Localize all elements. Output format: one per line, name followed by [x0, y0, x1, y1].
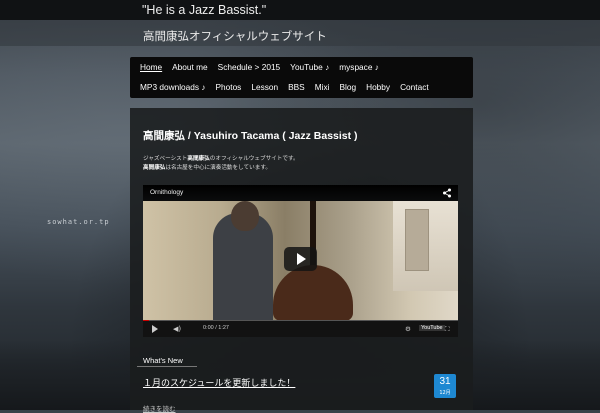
nav-youtube[interactable]: YouTube ♪ — [290, 62, 329, 72]
video-door — [405, 209, 429, 271]
news-item-link[interactable]: １月のスケジュールを更新しました！ — [143, 376, 295, 389]
site-title[interactable]: "He is a Jazz Bassist." — [142, 3, 266, 17]
share-icon[interactable] — [442, 188, 452, 198]
read-more-link[interactable]: 続きを読む — [143, 403, 176, 413]
intro-text: ジャズベーシスト高間康弘のオフィシャルウェブサイトです。 高間康弘は名古屋を中心… — [143, 155, 299, 172]
date-badge: 31 12月 — [434, 374, 456, 398]
nav-contact[interactable]: Contact — [400, 82, 429, 92]
nav-row-2: MP3 downloads ♪ Photos Lesson BBS Mixi Blog Ho… — [140, 82, 439, 92]
youtube-logo[interactable]: YouTube — [419, 325, 445, 331]
date-day: 31 — [439, 376, 451, 387]
video-title-bar: Ornithology — [143, 185, 458, 201]
date-month: 12月 — [439, 390, 451, 396]
whats-new-heading: What's New — [143, 356, 183, 365]
intro-line1-suffix: のオフィシャルウェブサイトです。 — [209, 156, 299, 162]
nav-myspace[interactable]: myspace ♪ — [339, 62, 379, 72]
intro-line2-name: 高間康弘 — [143, 164, 166, 171]
site-subtitle: 高間康弘オフィシャルウェブサイト — [143, 29, 327, 43]
volume-icon[interactable]: ◀) — [173, 325, 181, 333]
nav-mp3-downloads[interactable]: MP3 downloads ♪ — [140, 82, 206, 92]
intro-line2-suffix: は名古屋を中心に演奏活動をしています。 — [165, 164, 271, 171]
play-button[interactable] — [284, 247, 317, 271]
top-bar: "He is a Jazz Bassist." — [0, 0, 600, 20]
nav-lesson[interactable]: Lesson — [251, 82, 278, 92]
main-navigation: Home About me Schedule > 2015 YouTube ♪ mysp… — [130, 57, 473, 98]
nav-photos[interactable]: Photos — [216, 82, 242, 92]
main-content-panel: 高間康弘 / Yasuhiro Tacama ( Jazz Bassist ) … — [130, 108, 473, 413]
video-controls: ◀) 0:00 / 1:27 ⚙ YouTube ⛶ — [143, 321, 458, 337]
nav-about[interactable]: About me — [172, 62, 208, 72]
nav-schedule[interactable]: Schedule > 2015 — [218, 62, 281, 72]
nav-blog[interactable]: Blog — [339, 82, 356, 92]
nav-bbs[interactable]: BBS — [288, 82, 305, 92]
settings-icon[interactable]: ⚙ — [405, 325, 411, 333]
section-divider — [137, 366, 197, 367]
intro-line1-prefix: ジャズベーシスト — [143, 156, 188, 162]
side-watermark-text: sowhat.or.tp — [47, 218, 110, 226]
nav-hobby[interactable]: Hobby — [366, 82, 390, 92]
nav-row-1: Home About me Schedule > 2015 YouTube ♪ mysp… — [140, 62, 389, 72]
video-title[interactable]: Ornithology — [150, 189, 183, 196]
youtube-video-player[interactable]: Ornithology ◀) 0:00 / 1:27 ⚙ YouTube ⛶ — [143, 185, 458, 337]
fullscreen-icon[interactable]: ⛶ — [445, 325, 450, 334]
video-person-head — [231, 201, 259, 231]
nav-home[interactable]: Home — [140, 62, 162, 72]
nav-mixi[interactable]: Mixi — [315, 82, 330, 92]
video-time: 0:00 / 1:27 — [203, 325, 229, 331]
control-play-icon[interactable] — [152, 325, 158, 333]
page-title: 高間康弘 / Yasuhiro Tacama ( Jazz Bassist ) — [143, 130, 358, 142]
intro-line1-name: 高間康弘 — [187, 156, 210, 162]
